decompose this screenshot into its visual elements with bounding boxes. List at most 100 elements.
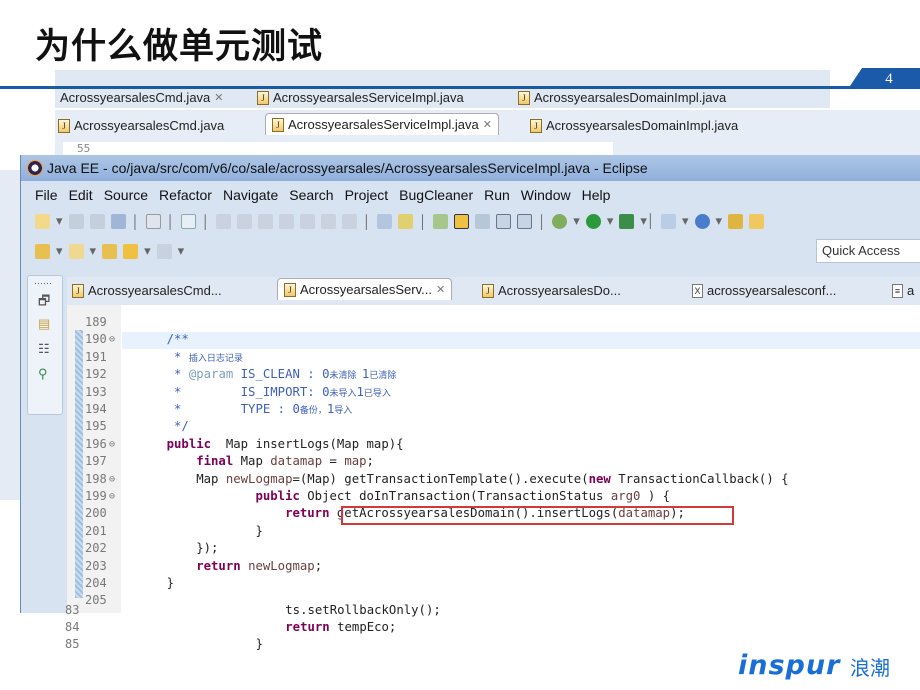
editor-tab[interactable]: J AcrossyearsalesDo... [482, 283, 621, 298]
back-icon[interactable] [123, 243, 139, 259]
editor-tab[interactable]: Xacrossyearsalesconf... [692, 283, 836, 298]
resume-icon[interactable] [215, 213, 231, 229]
close-icon[interactable]: ✕ [436, 283, 445, 296]
new-server-icon[interactable] [661, 213, 676, 229]
open-folder-icon[interactable] [728, 213, 744, 229]
skip-breakpoints-icon[interactable] [180, 213, 196, 229]
background-screenshot-3: 83 ts.setRollbackOnly(); 84 return tempEc… [55, 603, 555, 663]
last-edit-icon[interactable] [102, 243, 118, 259]
menu-file[interactable]: File [35, 183, 58, 207]
save-all-icon[interactable] [89, 213, 105, 229]
tab-label: AcrossyearsalesCmd.java [74, 118, 225, 133]
outline-icon[interactable]: ☷ [38, 341, 50, 357]
window-titlebar: Java EE - co/java/src/com/v6/co/sale/acr… [21, 155, 920, 181]
tab-service-impl[interactable]: J AcrossyearsalesServiceImpl.java ✕ [265, 113, 499, 135]
next-annotation-icon[interactable] [35, 243, 50, 259]
fold-icon[interactable]: ⊖ [109, 436, 115, 453]
line-number: 195 [85, 419, 107, 434]
code-line: * IS_IMPORT: 0未导入1已导入 [137, 384, 391, 401]
open-type-icon[interactable] [433, 213, 449, 229]
run-icon[interactable] [585, 213, 601, 229]
show-whitespace-icon[interactable] [496, 213, 512, 229]
step-over-icon[interactable] [320, 213, 336, 229]
new-class-icon[interactable] [694, 213, 710, 229]
editor-tab[interactable]: J AcrossyearsalesServ... ✕ [277, 278, 453, 300]
menu-navigate[interactable]: Navigate [223, 183, 278, 207]
code-token: 未导入 [329, 388, 357, 399]
package-explorer-icon[interactable]: ▤ [38, 316, 50, 332]
step-return-icon[interactable] [341, 213, 357, 229]
main-toolbar: ▾ │ │ │ │ │ │ ▾ ▾ ▾│ ▾ ▾ [21, 208, 920, 234]
previous-annotation-icon[interactable] [68, 243, 84, 259]
line-number: 201 [85, 523, 107, 538]
code-line: }); [137, 540, 218, 557]
code-editor[interactable]: 189 190 ⊖ /** 191 * 插入日志记录 192 * @param IS_C… [67, 305, 920, 613]
close-icon[interactable]: ✕ [214, 91, 223, 104]
print-icon[interactable] [110, 213, 126, 229]
new-icon[interactable] [35, 213, 50, 229]
tab-label: a [907, 283, 915, 298]
menu-run[interactable]: Run [484, 183, 510, 207]
tab-domain-impl[interactable]: J AcrossyearsalesDomainImpl.java [518, 90, 726, 105]
menu-bugcleaner[interactable]: BugCleaner [399, 183, 473, 207]
use-step-filters-icon[interactable] [398, 213, 414, 229]
external-tools-icon[interactable] [619, 213, 635, 229]
code-token: newLogmap [248, 558, 315, 573]
fold-icon[interactable]: ⊖ [109, 331, 115, 348]
code-line: public Map insertLogs(Map map){ [137, 436, 404, 453]
code-token: * IS_IMPORT: 0 [137, 384, 330, 399]
code-token: 已清除 [369, 371, 397, 382]
line-number: 189 [85, 315, 107, 329]
drop-frame-icon[interactable] [377, 213, 393, 229]
editor-tab[interactable]: ≡ a [892, 283, 914, 298]
open-task-icon[interactable] [749, 213, 765, 229]
line-number: 85 [65, 637, 80, 651]
step-into-icon[interactable] [299, 213, 315, 229]
menu-edit[interactable]: Edit [69, 183, 93, 207]
terminate-icon[interactable] [257, 213, 273, 229]
hierarchy-icon[interactable]: ⚲ [38, 366, 48, 382]
close-icon[interactable]: ✕ [483, 118, 492, 131]
code-token: } [137, 576, 175, 590]
forward-icon[interactable] [156, 243, 172, 259]
code-line: /** [137, 331, 189, 348]
code-line: */ [137, 418, 189, 435]
tab-cmd[interactable]: J AcrossyearsalesCmd.java [58, 118, 224, 133]
menu-window[interactable]: Window [521, 183, 571, 207]
menu-project[interactable]: Project [345, 183, 389, 207]
code-token: arg0 [610, 489, 641, 503]
editor-tab[interactable]: J AcrossyearsalesCmd... [72, 283, 222, 298]
code-token: = [322, 454, 345, 469]
code-token: public [137, 489, 300, 503]
debug-icon[interactable] [552, 213, 568, 229]
suspend-icon[interactable] [236, 213, 252, 229]
fold-icon[interactable]: ⊖ [109, 488, 115, 505]
tab-label: AcrossyearsalesCmd... [88, 283, 222, 298]
change-ruler [75, 330, 83, 598]
tab-service-impl[interactable]: J AcrossyearsalesServiceImpl.java [257, 90, 464, 105]
tab-label: AcrossyearsalesServiceImpl.java [273, 90, 464, 105]
line-number: 204 [85, 576, 107, 590]
panel-grip-icon[interactable]: ⋯⋯ [34, 278, 52, 289]
menu-help[interactable]: Help [582, 183, 611, 207]
menu-search[interactable]: Search [289, 183, 333, 207]
tab-cmd[interactable]: AcrossyearsalesCmd.java ✕ [60, 90, 224, 105]
quick-access-input[interactable]: Quick Access [816, 239, 920, 263]
code-token: * TYPE : 0 [137, 402, 300, 416]
code-line: return newLogmap; [137, 558, 322, 575]
disconnect-icon[interactable] [278, 213, 294, 229]
inspur-logo: inspur [738, 650, 841, 681]
menu-refactor[interactable]: Refactor [159, 183, 212, 207]
code-token: @param [188, 367, 234, 382]
restore-icon[interactable]: 🗗 [38, 292, 50, 314]
menu-source[interactable]: Source [104, 183, 148, 207]
save-icon[interactable] [68, 213, 84, 229]
mark-occurrences-icon[interactable] [454, 213, 470, 229]
pilcrow-icon[interactable] [517, 213, 533, 229]
fold-icon[interactable]: ⊖ [109, 471, 115, 488]
toggle-block-icon[interactable] [475, 213, 491, 229]
tab-domain-impl[interactable]: J AcrossyearsalesDomainImpl.java [530, 118, 738, 133]
binary-icon[interactable] [145, 213, 161, 229]
code-token: Map [233, 454, 271, 469]
